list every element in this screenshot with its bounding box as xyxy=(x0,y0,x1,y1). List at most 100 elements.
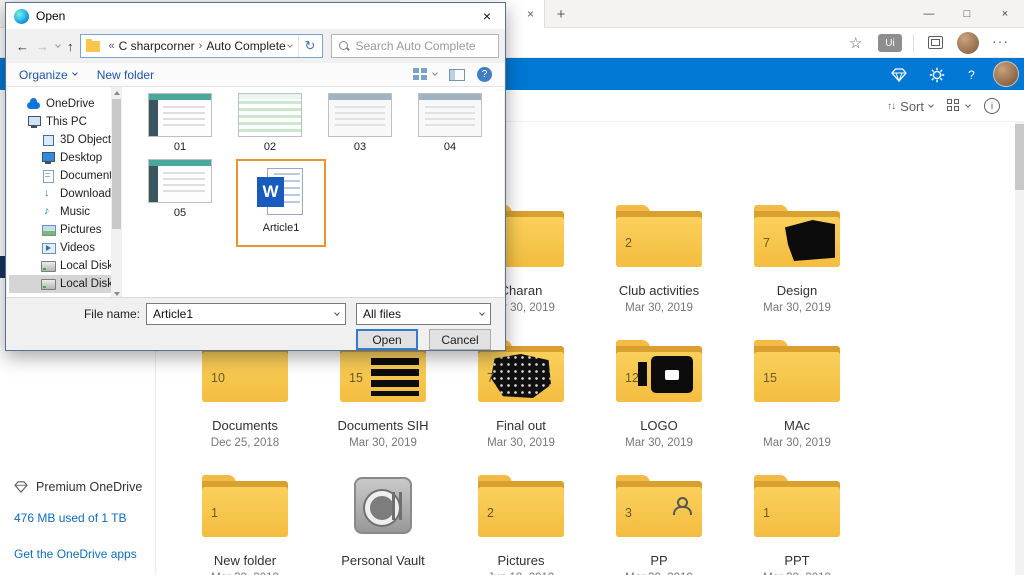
new-tab-button[interactable]: + xyxy=(550,3,572,25)
forward-button[interactable]: → xyxy=(36,39,49,54)
dialog-address-row: ← → ↑ « C sharpcorner › Auto Complete ↻ xyxy=(12,33,499,59)
browser-profile-avatar[interactable] xyxy=(957,32,979,54)
view-layout-control[interactable] xyxy=(947,99,971,113)
info-icon[interactable]: i xyxy=(984,98,1000,114)
folder-tile[interactable]: 1 New folder Mar 30, 2019 xyxy=(176,475,314,575)
dialog-content: OneDrive This PC 3D Objects Desk xyxy=(7,87,504,299)
scroll-up-arrow[interactable] xyxy=(111,87,122,98)
places-item[interactable]: Local Disk (E:) xyxy=(9,275,111,293)
address-dropdown-icon[interactable] xyxy=(286,41,293,48)
file-item[interactable]: 01 xyxy=(146,93,214,153)
places-item[interactable]: OneDrive xyxy=(9,95,111,113)
place-icon xyxy=(27,98,41,110)
preview-pane-icon[interactable] xyxy=(449,68,465,81)
dialog-close-button[interactable]: × xyxy=(469,3,505,29)
breadcrumb-current[interactable]: Auto Complete xyxy=(206,39,285,53)
help-icon[interactable]: ? xyxy=(963,66,980,83)
place-label: Pictures xyxy=(60,224,102,236)
tab-close-icon[interactable]: × xyxy=(527,7,534,21)
places-scrollbar[interactable] xyxy=(111,87,122,299)
breadcrumb-root[interactable]: C sharpcorner xyxy=(119,39,195,53)
file-item[interactable]: 03 xyxy=(326,93,394,153)
file-thumbnail xyxy=(148,93,212,137)
refresh-button[interactable]: ↻ xyxy=(297,35,322,57)
dialog-toolbar: Organize New folder ? xyxy=(7,63,504,87)
folder-item-count: 12 xyxy=(625,371,639,385)
file-item[interactable]: 02 xyxy=(236,93,304,153)
places-item[interactable]: Downloads xyxy=(9,185,111,203)
scrollbar-thumb[interactable] xyxy=(1015,124,1024,190)
grid-view-icon xyxy=(947,99,961,113)
folder-tile[interactable]: 2 Club activities Mar 30, 2019 xyxy=(590,205,728,340)
folder-tile[interactable]: 15 MAc Mar 30, 2019 xyxy=(728,340,866,475)
folder-tile[interactable]: 1 PPT Mar 30, 2019 xyxy=(728,475,866,575)
collections-icon[interactable] xyxy=(928,36,943,49)
search-input[interactable] xyxy=(355,39,492,53)
new-folder-button[interactable]: New folder xyxy=(97,68,154,82)
file-thumbnail xyxy=(328,93,392,137)
dropdown-icon[interactable] xyxy=(328,304,345,324)
folder-name: LOGO xyxy=(640,418,678,433)
close-button[interactable]: × xyxy=(986,0,1024,28)
premium-label: Premium OneDrive xyxy=(36,480,143,494)
folder-tile[interactable]: 12 LOGO Mar 30, 2019 xyxy=(590,340,728,475)
places-item[interactable]: Music xyxy=(9,203,111,221)
dropdown-icon[interactable] xyxy=(473,309,490,316)
file-name-input[interactable] xyxy=(147,307,328,321)
sort-arrows-icon: ↑↓ xyxy=(887,100,896,112)
place-label: Local Disk (E:) xyxy=(60,278,111,290)
folder-tile[interactable]: 7 Design Mar 30, 2019 xyxy=(728,205,866,340)
file-name-combobox[interactable] xyxy=(146,303,346,325)
favorite-star-icon[interactable]: ☆ xyxy=(849,34,862,52)
sort-control[interactable]: ↑↓ Sort xyxy=(887,99,934,114)
breadcrumb-collapse[interactable]: « xyxy=(109,40,115,52)
places-item[interactable]: 3D Objects xyxy=(9,131,111,149)
screen: × + — □ × ☆ Ui ··· ? ↑↓ Sort i Premium O… xyxy=(0,0,1024,575)
minimize-button[interactable]: — xyxy=(910,0,948,28)
up-button[interactable]: ↑ xyxy=(67,39,74,54)
maximize-button[interactable]: □ xyxy=(948,0,986,28)
scrollbar-thumb[interactable] xyxy=(112,99,121,229)
storage-usage-link[interactable]: 476 MB used of 1 TB xyxy=(14,511,127,525)
address-breadcrumb[interactable]: « C sharpcorner › Auto Complete ↻ xyxy=(79,34,323,58)
folder-tile[interactable]: 2 Pictures Jun 18, 2019 xyxy=(452,475,590,575)
cancel-button[interactable]: Cancel xyxy=(429,329,491,350)
file-type-combobox[interactable]: All files xyxy=(356,303,491,325)
folder-tile[interactable]: 7 Final out Mar 30, 2019 xyxy=(452,340,590,475)
page-scrollbar[interactable] xyxy=(1015,122,1024,575)
organize-menu[interactable]: Organize xyxy=(19,68,78,82)
folder-tile[interactable]: 3 PP Mar 30, 2019 xyxy=(590,475,728,575)
onedrive-profile-avatar[interactable] xyxy=(993,61,1019,87)
file-row: 01 02 03 04 xyxy=(124,87,502,153)
folder-tile[interactable]: Personal Vault xyxy=(314,475,452,575)
get-apps-link[interactable]: Get the OneDrive apps xyxy=(14,547,137,561)
folder-icon: 15 xyxy=(754,340,840,402)
dialog-help-icon[interactable]: ? xyxy=(477,67,492,82)
folder-tile[interactable]: 15 Documents SIH Mar 30, 2019 xyxy=(314,340,452,475)
selected-file-article1[interactable]: W Article1 xyxy=(236,159,326,247)
folder-date: Mar 30, 2019 xyxy=(763,302,831,314)
folder-name: Club activities xyxy=(618,283,700,298)
folder-item-count: 1 xyxy=(763,506,770,520)
dialog-search-box[interactable] xyxy=(330,34,499,58)
places-item[interactable]: Desktop xyxy=(9,149,111,167)
places-item[interactable]: This PC xyxy=(9,113,111,131)
places-pane: OneDrive This PC 3D Objects Desk xyxy=(9,87,111,299)
back-button[interactable]: ← xyxy=(16,39,29,54)
places-item[interactable]: Local Disk (C:) xyxy=(9,257,111,275)
more-menu-icon[interactable]: ··· xyxy=(992,33,1009,49)
places-item[interactable]: Documents xyxy=(9,167,111,185)
settings-gear-icon[interactable] xyxy=(928,66,945,83)
open-button[interactable]: Open xyxy=(356,329,418,350)
places-item[interactable]: Pictures xyxy=(9,221,111,239)
file-item[interactable]: 05 xyxy=(146,159,214,219)
file-item[interactable]: 04 xyxy=(416,93,484,153)
places-item[interactable]: Videos xyxy=(9,239,111,257)
folder-thumbnail-art xyxy=(491,354,551,398)
views-control[interactable] xyxy=(413,68,438,81)
premium-gem-icon[interactable] xyxy=(890,66,907,83)
place-label: Desktop xyxy=(60,152,103,164)
history-dropdown-icon[interactable] xyxy=(55,41,61,48)
folder-tile[interactable]: 10 Documents Dec 25, 2018 xyxy=(176,340,314,475)
extension-badge[interactable]: Ui xyxy=(878,34,902,52)
